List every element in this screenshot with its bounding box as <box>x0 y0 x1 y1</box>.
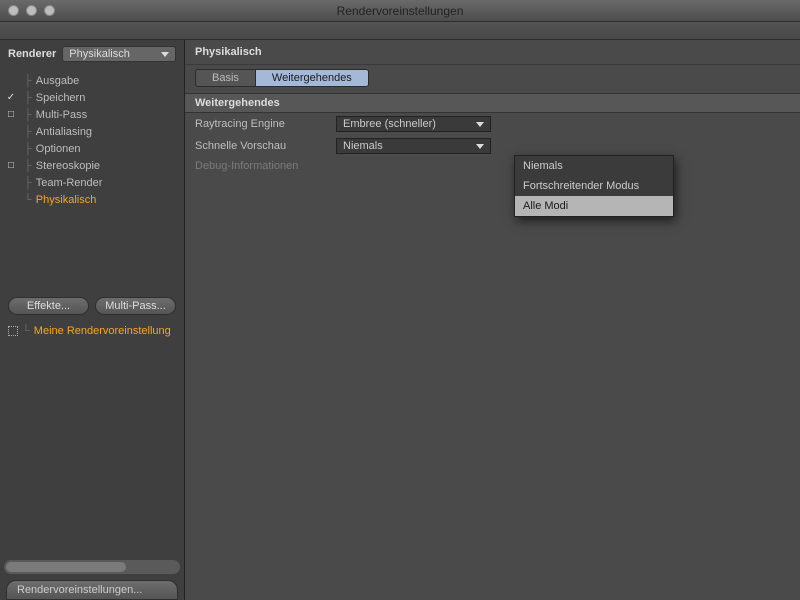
debug-label: Debug-Informationen <box>195 160 330 172</box>
minimize-icon[interactable] <box>26 5 37 16</box>
section-header: Weitergehendes <box>185 93 800 113</box>
tree-item-multipass[interactable]: □├Multi-Pass <box>0 106 184 123</box>
toolbar-strip <box>0 22 800 40</box>
preset-label: Meine Rendervoreinstellung <box>34 325 171 337</box>
raytracing-dropdown[interactable]: Embree (schneller) <box>336 116 491 132</box>
effects-button[interactable]: Effekte... <box>8 297 89 315</box>
content-title: Physikalisch <box>185 40 800 65</box>
dropdown-option-allemodi[interactable]: Alle Modi <box>515 196 673 216</box>
tree-item-teamrender[interactable]: ├Team-Render <box>0 174 184 191</box>
tree-item-physikalisch[interactable]: └Physikalisch <box>0 191 184 208</box>
tree-item-optionen[interactable]: ├Optionen <box>0 140 184 157</box>
field-preview: Schnelle Vorschau Niemals <box>185 135 800 157</box>
raytracing-label: Raytracing Engine <box>195 118 330 130</box>
titlebar: Rendervoreinstellungen <box>0 0 800 22</box>
close-icon[interactable] <box>8 5 19 16</box>
tab-basis[interactable]: Basis <box>195 69 255 87</box>
window-title: Rendervoreinstellungen <box>0 4 800 18</box>
tab-weitergehendes[interactable]: Weitergehendes <box>255 69 369 87</box>
preview-dropdown[interactable]: Niemals <box>336 138 491 154</box>
tabs: Basis Weitergehendes <box>185 65 800 93</box>
chevron-down-icon <box>476 144 484 149</box>
horizontal-scrollbar[interactable] <box>4 560 180 574</box>
multipass-button[interactable]: Multi-Pass... <box>95 297 176 315</box>
tree-item-speichern[interactable]: ✓├Speichern <box>0 89 184 106</box>
tree-item-stereoskopie[interactable]: □├Stereoskopie <box>0 157 184 174</box>
window-controls <box>8 5 55 16</box>
tree-item-ausgabe[interactable]: ├Ausgabe <box>0 72 184 89</box>
tree-item-antialiasing[interactable]: ├Antialiasing <box>0 123 184 140</box>
presets-tab[interactable]: Rendervoreinstellungen... <box>6 580 178 600</box>
field-raytracing: Raytracing Engine Embree (schneller) <box>185 113 800 135</box>
sidebar: Renderer Physikalisch ├Ausgabe ✓├Speiche… <box>0 40 185 600</box>
preview-label: Schnelle Vorschau <box>195 140 330 152</box>
dropdown-option-fortschreitend[interactable]: Fortschreitender Modus <box>515 176 673 196</box>
renderer-label: Renderer <box>8 48 56 60</box>
renderer-header: Renderer Physikalisch <box>0 40 184 68</box>
zoom-icon[interactable] <box>44 5 55 16</box>
preset-icon <box>8 326 18 336</box>
dropdown-menu: Niemals Fortschreitender Modus Alle Modi <box>514 155 674 217</box>
field-debug: Debug-Informationen <box>185 157 800 175</box>
settings-tree: ├Ausgabe ✓├Speichern □├Multi-Pass ├Antia… <box>0 68 184 293</box>
content-panel: Physikalisch Basis Weitergehendes Weiter… <box>185 40 800 600</box>
dropdown-option-niemals[interactable]: Niemals <box>515 156 673 176</box>
chevron-down-icon <box>161 52 169 57</box>
chevron-down-icon <box>476 122 484 127</box>
renderer-value: Physikalisch <box>69 48 130 60</box>
renderer-select[interactable]: Physikalisch <box>62 46 176 62</box>
preset-row[interactable]: └ Meine Rendervoreinstellung <box>0 319 184 343</box>
